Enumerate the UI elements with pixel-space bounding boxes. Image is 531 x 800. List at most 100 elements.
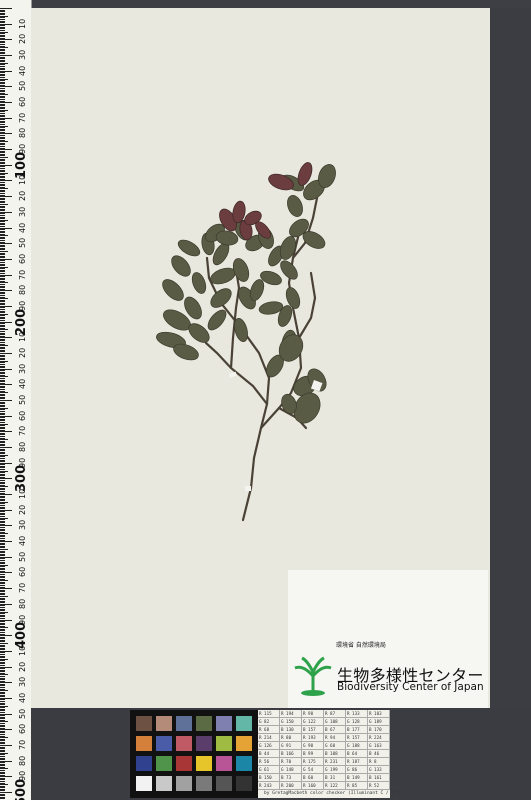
table-cell: R 194 <box>280 710 302 718</box>
table-cell: G 122 <box>302 718 324 726</box>
table-cell: B 177 <box>346 726 368 734</box>
ruler-label: 10 <box>18 488 27 500</box>
ruler-label: 80 <box>18 598 27 609</box>
ruler-label: 70 <box>18 269 27 280</box>
color-swatch <box>136 716 152 731</box>
ruler-label: 60 <box>18 410 27 421</box>
table-cell: R 193 <box>302 734 324 742</box>
color-checker-chart <box>130 710 258 798</box>
table-cell: R 80 <box>280 734 302 742</box>
table-cell: B 64 <box>346 750 368 758</box>
table-cell: G 188 <box>346 742 368 750</box>
table-cell: R 85 <box>346 782 368 790</box>
table-cell: R 187 <box>346 758 368 766</box>
ruler-major-label: 500 <box>14 778 29 800</box>
ruler-label: 10 <box>18 645 27 656</box>
ruler-label: 40 <box>18 65 27 76</box>
table-cell: R 70 <box>280 758 302 766</box>
table-cell: B 150 <box>258 774 280 782</box>
table-cell: B 46 <box>368 750 390 758</box>
ruler-label: 20 <box>18 347 27 358</box>
table-cell: B 60 <box>302 774 324 782</box>
ruler-label: 70 <box>18 582 27 594</box>
table-cell: R 98 <box>302 710 324 718</box>
ruler-label: 60 <box>18 567 27 578</box>
table-cell: B 157 <box>302 726 324 734</box>
color-target-values-table: by GretagMacbeth color checker (Illumina… <box>258 710 399 798</box>
ruler-label: 80 <box>18 285 27 296</box>
table-cell: G 61 <box>258 766 280 774</box>
color-table-caption: by GretagMacbeth color checker (Illumina… <box>264 791 400 796</box>
table-cell: G 91 <box>280 742 302 750</box>
ruler-label: 20 <box>18 34 27 45</box>
color-swatch <box>156 776 172 791</box>
ruler-label: 80 <box>18 755 27 766</box>
table-cell: G 54 <box>302 766 324 774</box>
color-swatch <box>216 756 232 771</box>
ruler-label: 70 <box>18 426 27 437</box>
color-swatch <box>236 776 252 791</box>
ruler-label: 30 <box>18 49 27 61</box>
color-swatch <box>216 736 232 751</box>
color-swatch <box>176 736 192 751</box>
ruler-label: 10 <box>18 175 27 186</box>
table-cell: R 157 <box>346 734 368 742</box>
color-swatch <box>236 736 252 751</box>
table-cell: G 199 <box>324 766 346 774</box>
ruler-label: 20 <box>18 661 27 672</box>
table-cell: R 175 <box>302 758 324 766</box>
table-cell: R 200 <box>280 782 302 790</box>
ruler-label: 40 <box>18 535 27 547</box>
ruler-label: 40 <box>18 692 27 703</box>
color-swatch <box>196 736 212 751</box>
table-cell: G 82 <box>258 718 280 726</box>
table-cell: R 214 <box>258 734 280 742</box>
ruler-label: 10 <box>18 18 27 29</box>
table-cell: B 166 <box>280 750 302 758</box>
table-cell: B 67 <box>324 726 346 734</box>
table-cell: R 122 <box>324 782 346 790</box>
color-swatch <box>216 776 232 791</box>
table-cell: G 128 <box>346 718 368 726</box>
ruler-label: 70 <box>18 739 27 750</box>
table-cell: R 68 <box>258 726 280 734</box>
table-cell: B 73 <box>280 774 302 782</box>
table-cell: G 150 <box>280 718 302 726</box>
ruler-label: 30 <box>18 520 27 531</box>
agency-name: 環境省 自然環境局 <box>336 642 386 649</box>
table-cell: B 108 <box>324 750 346 758</box>
table-cell: R 231 <box>324 758 346 766</box>
table-cell: G 133 <box>368 766 390 774</box>
table-cell: G 108 <box>324 718 346 726</box>
table-cell: G 148 <box>280 766 302 774</box>
ruler-label: 40 <box>18 222 27 233</box>
ruler-label: 10 <box>18 332 27 343</box>
table-cell: R 103 <box>368 710 390 718</box>
collection-label: 環境省 自然環境局 生物多様性センター Biodiversity Center … <box>288 570 488 708</box>
measurement-ruler: 10 20 30 40 50 60 70 80 90 100 10 20 30 40 50 60 70 80 90 2… <box>0 0 32 800</box>
ruler-label: 30 <box>18 677 27 688</box>
table-cell: G 189 <box>368 718 390 726</box>
table-cell: R 52 <box>368 782 390 790</box>
table-cell: R 243 <box>258 782 280 790</box>
table-cell: B 99 <box>302 750 324 758</box>
color-swatch <box>136 776 152 791</box>
table-cell: B 161 <box>368 774 390 782</box>
table-cell: B 149 <box>346 774 368 782</box>
color-swatch <box>176 756 192 771</box>
ruler-label: 20 <box>18 504 27 515</box>
table-cell: B 31 <box>324 774 346 782</box>
color-swatch <box>196 776 212 791</box>
table-cell: R 56 <box>258 758 280 766</box>
ruler-label: 50 <box>18 708 27 719</box>
table-cell: R 133 <box>346 710 368 718</box>
table-cell: G 90 <box>302 742 324 750</box>
ruler-label: 80 <box>18 441 27 453</box>
ruler-label: 50 <box>18 81 27 92</box>
table-cell: B 170 <box>368 726 390 734</box>
ruler-label: 70 <box>18 112 27 123</box>
ruler-label: 40 <box>18 379 27 390</box>
table-cell: G 86 <box>346 766 368 774</box>
dark-background-right <box>490 8 531 708</box>
table-cell: G 60 <box>324 742 346 750</box>
